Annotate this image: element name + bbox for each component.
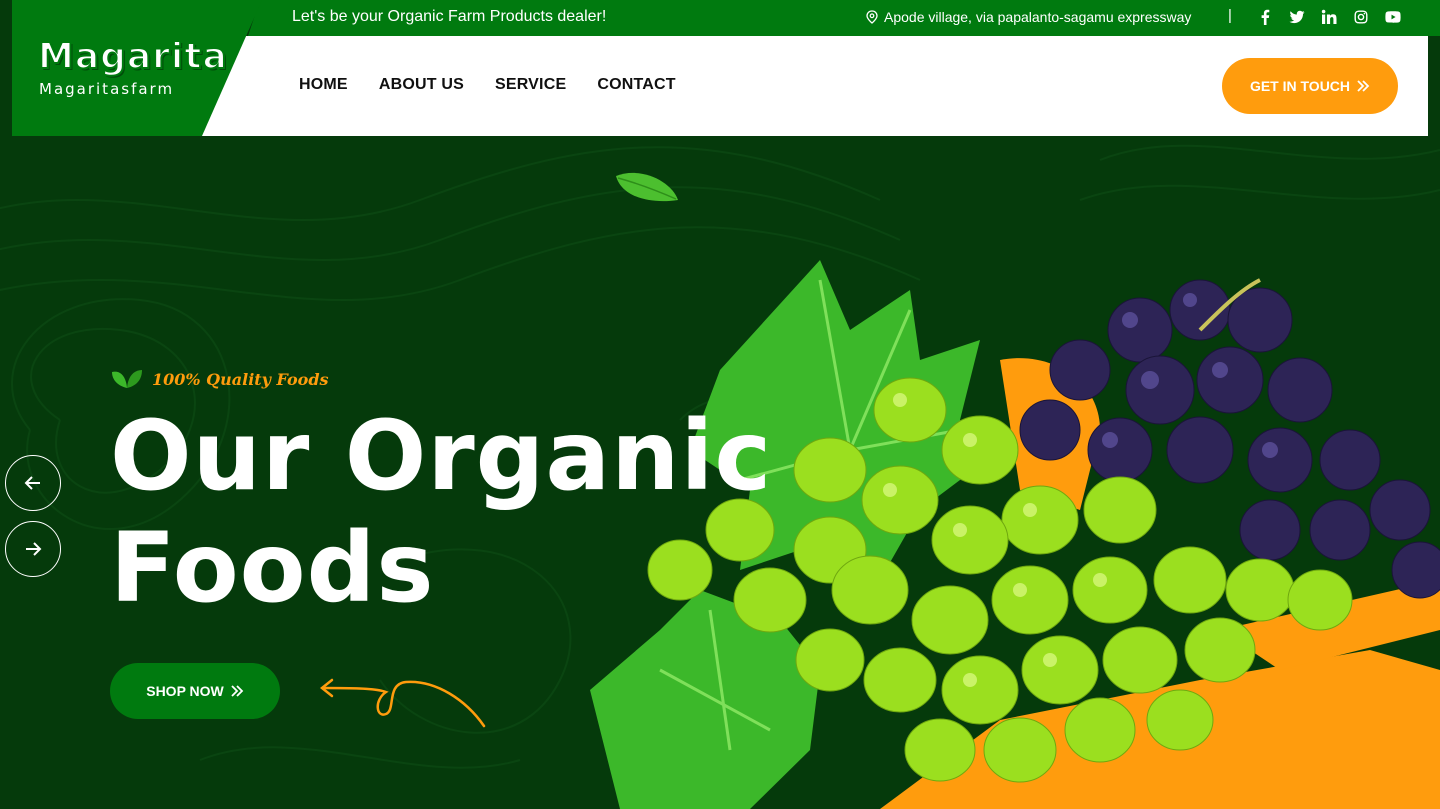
social-links <box>1256 8 1402 26</box>
top-bar: Let's be your Organic Farm Products deal… <box>248 0 1440 36</box>
topbar-separator: | <box>1228 7 1232 24</box>
nav-item-service[interactable]: SERVICE <box>495 76 566 94</box>
arrow-left-icon <box>24 476 40 490</box>
logo-title: Magarita <box>37 35 228 78</box>
instagram-icon[interactable] <box>1352 8 1370 26</box>
topbar-address: Apode village, via papalanto-sagamu expr… <box>866 9 1191 25</box>
nav-item-contact[interactable]: CONTACT <box>597 76 675 94</box>
youtube-icon[interactable] <box>1384 8 1402 26</box>
slider-next-button[interactable] <box>5 521 61 577</box>
shop-now-label: SHOP NOW <box>146 683 224 699</box>
tagline-text: 100% Quality Foods <box>152 369 329 389</box>
logo-subtitle: Magaritasfarm <box>39 80 175 98</box>
headline-line-1: Our Organic <box>110 400 773 512</box>
shop-now-button[interactable]: SHOP NOW <box>110 663 280 719</box>
location-pin-icon <box>866 10 878 24</box>
slider-prev-button[interactable] <box>5 455 61 511</box>
address-text: Apode village, via papalanto-sagamu expr… <box>884 9 1192 25</box>
twitter-icon[interactable] <box>1288 8 1306 26</box>
nav-menu: HOME ABOUT US SERVICE CONTACT <box>299 76 676 94</box>
hero-headline: Our Organic Foods <box>110 400 772 624</box>
curved-arrow-icon <box>319 678 486 728</box>
hero-tagline: 100% Quality Foods <box>110 368 329 390</box>
headline-line-2: Foods <box>110 512 435 624</box>
get-in-touch-label: GET IN TOUCH <box>1249 78 1351 94</box>
arrow-right-icon <box>26 542 42 556</box>
double-chevron-right-icon <box>1357 80 1370 92</box>
facebook-icon[interactable] <box>1256 8 1274 26</box>
leaf-icon <box>112 370 142 388</box>
nav-item-home[interactable]: HOME <box>299 76 348 94</box>
nav-item-about-us[interactable]: ABOUT US <box>379 76 464 94</box>
main-navbar: HOME ABOUT US SERVICE CONTACT GET IN TOU… <box>200 36 1428 136</box>
double-chevron-right-icon <box>231 685 244 697</box>
get-in-touch-button[interactable]: GET IN TOUCH <box>1222 58 1398 114</box>
linkedin-icon[interactable] <box>1320 8 1338 26</box>
topbar-slogan: Let's be your Organic Farm Products deal… <box>292 8 607 25</box>
floating-leaf-icon <box>616 172 678 202</box>
